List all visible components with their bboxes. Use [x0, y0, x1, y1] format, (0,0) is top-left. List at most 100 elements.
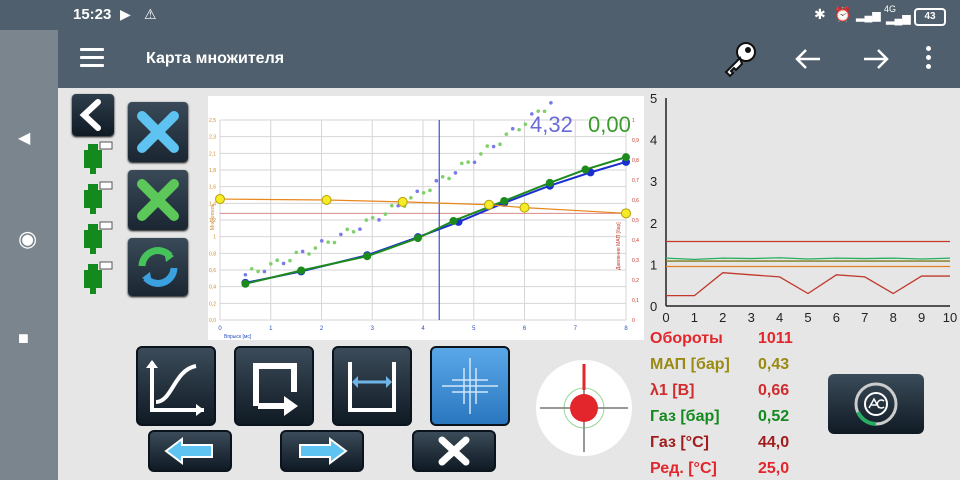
x-tick-label: 2 [719, 310, 726, 325]
injector-icon-4[interactable] [80, 260, 114, 296]
readout-label: Газ [бар] [650, 408, 720, 425]
back-button[interactable] [72, 94, 114, 136]
status-bar: 15:23 ▶ ⚠ ✱ ⏰ ▂▄▆ 4G ▂▄▆ 43 [0, 0, 960, 30]
scatter-point [377, 218, 381, 222]
main-content: 0 1 2 3 4 5 6 7 8 0,0 0,2 0,4 0,6 0,8 1 1,2 1,4 1,6 1,8 2,1… [58, 42, 960, 480]
rotate-square-icon [253, 363, 298, 416]
signal-line [666, 272, 950, 297]
cursor-value-blue: 4,32 [530, 112, 573, 137]
scatter-point [409, 195, 413, 200]
y2-tick-label: 0,2 [632, 278, 639, 284]
key-icon[interactable] [720, 40, 760, 78]
x-tick-label: 4 [776, 310, 783, 325]
scatter-point [549, 101, 553, 105]
injector-icon-2[interactable] [80, 180, 114, 216]
x-tick-label: 5 [804, 310, 811, 325]
scatter-point [510, 126, 515, 131]
y-tick-label: 2 [650, 216, 657, 231]
next-button[interactable] [280, 430, 364, 472]
arrow-left-icon[interactable] [792, 44, 824, 74]
curve-icon [146, 360, 204, 416]
injector-icon-1[interactable] [80, 140, 114, 176]
scatter-point [326, 240, 330, 244]
readout-label: Ред. [°C] [650, 460, 717, 477]
scatter-point [269, 261, 273, 266]
y-tick-label: 0,4 [209, 285, 216, 291]
arrow-right-icon[interactable] [860, 44, 892, 74]
y-tick-label: 0,2 [209, 301, 216, 307]
x-tick-label: 1 [691, 310, 698, 325]
rotate-button[interactable] [234, 346, 314, 426]
cursor-value-green: 0,00 [588, 112, 631, 137]
multiplier-map-svg[interactable]: 0 1 2 3 4 5 6 7 80,00,20,40,60,811,21,41,61,82,1… [208, 42, 644, 340]
x-tick-label: 9 [918, 310, 925, 325]
x-tick-label: 4 [421, 326, 425, 332]
lambda-target [536, 360, 632, 456]
scatter-point [313, 246, 318, 250]
nav-recents-icon[interactable]: ■ [18, 328, 29, 349]
series-point [621, 208, 631, 219]
x-tick-label: 6 [523, 326, 527, 332]
series-point [297, 266, 306, 275]
scatter-point [319, 239, 324, 243]
nav-back-icon[interactable]: ◀ [18, 128, 30, 148]
status-time: 15:23 [73, 6, 112, 23]
x-tick-label: 0 [218, 326, 222, 332]
clear-green-button[interactable] [128, 170, 188, 230]
stretch-button[interactable] [332, 346, 412, 426]
scatter-point [472, 160, 477, 165]
clear-blue-button[interactable] [128, 102, 188, 162]
series-point [363, 252, 372, 261]
scatter-point [504, 132, 509, 136]
delete-button[interactable] [412, 430, 496, 472]
readout-label: Обороты [650, 330, 723, 347]
curve-mode-button[interactable] [136, 346, 216, 426]
signal-line [665, 257, 951, 261]
series-point [581, 165, 590, 174]
y-tick-label: 1,8 [209, 168, 216, 174]
more-vert-icon[interactable] [926, 46, 932, 73]
scatter-point [370, 215, 375, 220]
y-tick-label: 2,1 [209, 151, 216, 157]
series-point [622, 153, 630, 162]
crosshair-mode-button[interactable] [430, 346, 510, 426]
y-tick-label: 2,5 [209, 118, 216, 124]
y-tick-label: 0 [650, 299, 657, 314]
x-tick-label: 10 [943, 310, 957, 325]
chevron-left-icon [79, 99, 101, 131]
y-tick-label: 3 [650, 174, 657, 189]
page-title: Карта множителя [146, 50, 285, 67]
readout-label: λ1 [В] [650, 382, 695, 399]
y2-tick-label: 0,4 [632, 238, 639, 244]
scatter-point [440, 175, 445, 179]
scatter-point [517, 127, 521, 132]
hamburger-icon[interactable] [80, 48, 104, 68]
scatter-point [281, 261, 286, 266]
series-point [413, 234, 422, 243]
x-tick-label: 0 [662, 310, 669, 325]
x-tick-label: 7 [574, 326, 578, 332]
scatter-point [364, 218, 369, 222]
scatter-point [288, 258, 292, 263]
nav-home-icon[interactable]: ◉ [18, 226, 37, 252]
crosshair-icon [442, 358, 498, 414]
ac-logo-button[interactable] [828, 374, 924, 434]
x-tick-label: 3 [748, 310, 755, 325]
x-axis-label: Впрыск [мс] [224, 334, 252, 340]
multiplier-map-chart[interactable]: 0 1 2 3 4 5 6 7 8 0,0 0,2 0,4 0,6 0,8 1 1,2 1,4 1,6 1,8 2,1… [208, 42, 644, 340]
readout-value: 1011 [758, 330, 793, 347]
refresh-button[interactable] [128, 238, 188, 296]
x-tick-label: 7 [861, 310, 868, 325]
scatter-point [294, 250, 299, 255]
target-icon [540, 364, 628, 452]
scatter-point [459, 161, 464, 166]
prev-button[interactable] [148, 430, 232, 472]
scatter-point [498, 142, 502, 147]
x-tick-label: 2 [320, 326, 324, 332]
scatter-point [243, 272, 248, 277]
scatter-point [389, 203, 394, 208]
play-store-icon: ▶ [120, 6, 131, 22]
close-blue-icon [137, 111, 179, 153]
warning-icon: ⚠ [144, 6, 157, 22]
injector-icon-3[interactable] [80, 220, 114, 256]
